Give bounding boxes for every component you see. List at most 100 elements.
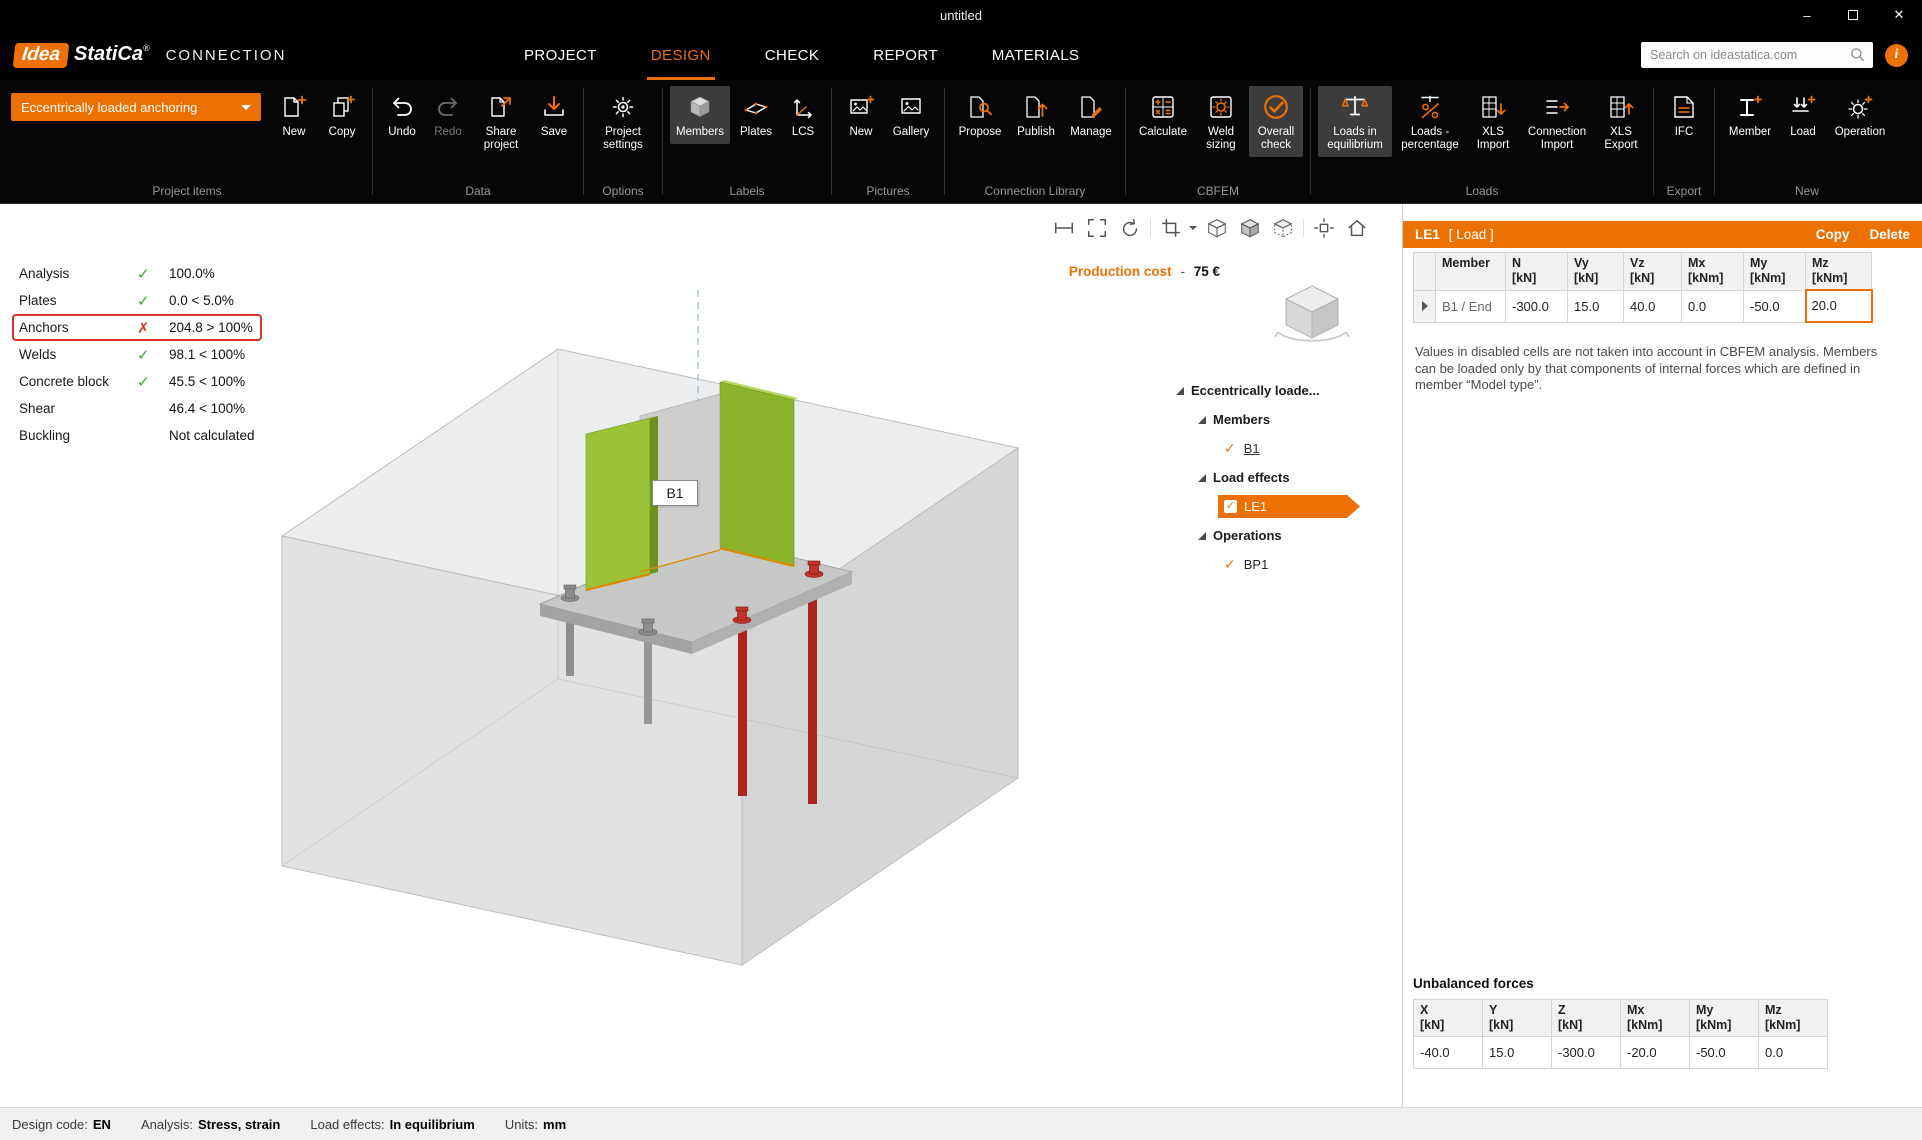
check-row-concrete-block[interactable]: Concrete block ✓ 45.5 < 100% xyxy=(12,368,262,395)
tree-expand-icon[interactable] xyxy=(1198,416,1206,424)
new-load-button[interactable]: Load xyxy=(1780,86,1826,144)
group-label-connection-library: Connection Library xyxy=(947,181,1123,203)
zoom-fit-icon[interactable] xyxy=(1084,216,1110,240)
check-row-plates[interactable]: Plates ✓ 0.0 < 5.0% xyxy=(12,287,262,314)
share-project-button[interactable]: Share project xyxy=(472,86,530,157)
transparent-cube-icon[interactable] xyxy=(1270,216,1296,240)
lines-arrow-icon xyxy=(1544,91,1570,123)
ribbon-separator xyxy=(831,88,832,195)
view-cube[interactable] xyxy=(1268,278,1356,361)
propose-button[interactable]: Propose xyxy=(952,86,1008,144)
unbalanced-my: -50.0 xyxy=(1690,1037,1759,1069)
viewport-3d[interactable]: B1 Analysis ✓ 100.0% Plates ✓ 0.0 < 5.0%… xyxy=(0,204,1402,1107)
check-row-anchors[interactable]: Anchors ✗ 204.8 > 100% xyxy=(12,314,262,341)
tree-item-bp1[interactable]: ✓ BP1 xyxy=(1176,550,1384,579)
explode-view-icon[interactable] xyxy=(1311,216,1337,240)
unbalanced-mx: -20.0 xyxy=(1621,1037,1690,1069)
col-mx: Mx[kNm] xyxy=(1682,253,1744,291)
chevron-down-icon xyxy=(241,105,251,110)
redo-button[interactable]: Redo xyxy=(426,86,470,144)
copy-item-button[interactable]: Copy xyxy=(319,86,365,144)
row-expander[interactable] xyxy=(1414,290,1436,322)
production-cost-value: 75 € xyxy=(1194,264,1220,279)
cell-n[interactable]: -300.0 xyxy=(1506,290,1568,322)
solid-cube-icon[interactable] xyxy=(1237,216,1263,240)
labels-members-toggle[interactable]: Members xyxy=(670,86,730,144)
loads-percentage-button[interactable]: Loads - percentage xyxy=(1394,86,1466,157)
cell-mz-selected[interactable]: 20.0 xyxy=(1806,290,1872,322)
connection-template-dropdown[interactable]: Eccentrically loaded anchoring xyxy=(11,93,261,121)
ribbon-separator xyxy=(1125,88,1126,195)
project-settings-button[interactable]: Project settings xyxy=(591,86,655,157)
search-input[interactable] xyxy=(1641,42,1873,68)
new-operation-button[interactable]: Operation xyxy=(1828,86,1892,144)
load-effects-value: In equilibrium xyxy=(390,1117,475,1132)
cell-vz[interactable]: 40.0 xyxy=(1624,290,1682,322)
new-member-button[interactable]: Member xyxy=(1722,86,1778,144)
tab-materials[interactable]: MATERIALS xyxy=(988,30,1084,80)
delete-load-button[interactable]: Delete xyxy=(1869,227,1910,242)
home-view-icon[interactable] xyxy=(1344,216,1370,240)
calculate-button[interactable]: Calculate xyxy=(1133,86,1193,144)
cell-my[interactable]: -50.0 xyxy=(1744,290,1806,322)
unbalanced-forces-table: X[kN] Y[kN] Z[kN] Mx[kNm] My[kNm] Mz[kNm… xyxy=(1413,999,1828,1069)
loads-in-equilibrium-toggle[interactable]: Loads in equilibrium xyxy=(1318,86,1392,157)
check-row-welds[interactable]: Welds ✓ 98.1 < 100% xyxy=(12,341,262,368)
copy-load-button[interactable]: Copy xyxy=(1816,227,1850,242)
ifc-export-button[interactable]: IFC xyxy=(1661,86,1707,144)
search-icon[interactable] xyxy=(1849,46,1867,67)
tab-project[interactable]: PROJECT xyxy=(520,30,601,80)
unbalanced-forces-section: Unbalanced forces X[kN] Y[kN] Z[kN] Mx[k… xyxy=(1413,976,1828,1069)
labels-lcs-toggle[interactable]: LCS xyxy=(782,86,824,144)
col-x: X[kN] xyxy=(1414,1000,1483,1037)
overall-check-button[interactable]: Overall check xyxy=(1249,86,1303,157)
xls-export-button[interactable]: XLS Export xyxy=(1596,86,1646,157)
cell-mx[interactable]: 0.0 xyxy=(1682,290,1744,322)
member-label[interactable]: B1 xyxy=(652,480,698,506)
xls-import-button[interactable]: XLS Import xyxy=(1468,86,1518,157)
selected-load-effect-flag[interactable]: ✓ LE1 xyxy=(1218,495,1360,518)
check-icon[interactable]: ✓ xyxy=(1224,440,1236,457)
wireframe-cube-icon[interactable] xyxy=(1204,216,1230,240)
tree-root-item[interactable]: Eccentrically loade... xyxy=(1176,376,1384,405)
col-z: Z[kN] xyxy=(1552,1000,1621,1037)
ribbon-separator xyxy=(372,88,373,195)
check-row-buckling[interactable]: Buckling Not calculated xyxy=(12,422,262,449)
new-item-button[interactable]: New xyxy=(271,86,317,144)
tab-design[interactable]: DESIGN xyxy=(647,30,715,80)
labels-plates-toggle[interactable]: Plates xyxy=(732,86,780,144)
tree-members-group[interactable]: Members xyxy=(1176,405,1384,434)
save-button[interactable]: Save xyxy=(532,86,576,144)
tab-check[interactable]: CHECK xyxy=(761,30,824,80)
tree-operations-group[interactable]: Operations xyxy=(1176,521,1384,550)
tree-expand-icon[interactable] xyxy=(1198,474,1206,482)
tree-load-effects-group[interactable]: Load effects xyxy=(1176,463,1384,492)
manage-button[interactable]: Manage xyxy=(1064,86,1118,144)
check-row-analysis[interactable]: Analysis ✓ 100.0% xyxy=(12,260,262,287)
tree-item-le1-selected[interactable]: ✓ LE1 xyxy=(1176,492,1384,521)
undo-icon xyxy=(389,91,415,123)
tree-expand-icon[interactable] xyxy=(1198,532,1206,540)
rotate-view-icon[interactable] xyxy=(1117,216,1143,240)
tree-expand-icon[interactable] xyxy=(1176,387,1184,395)
unbalanced-z: -300.0 xyxy=(1552,1037,1621,1069)
cube-icon xyxy=(687,91,713,123)
chevron-down-icon[interactable] xyxy=(1189,226,1197,230)
pass-check-icon: ✓ xyxy=(137,265,169,283)
check-icon[interactable]: ✓ xyxy=(1224,556,1236,573)
check-row-shear[interactable]: Shear 46.4 < 100% xyxy=(12,395,262,422)
checkbox-checked-icon[interactable]: ✓ xyxy=(1224,500,1237,513)
measure-icon[interactable] xyxy=(1051,216,1077,240)
weld-sizing-button[interactable]: Weld sizing xyxy=(1195,86,1247,157)
connection-import-button[interactable]: Connection Import xyxy=(1520,86,1594,157)
info-button[interactable]: i xyxy=(1885,44,1908,67)
new-picture-button[interactable]: New xyxy=(839,86,883,144)
publish-button[interactable]: Publish xyxy=(1010,86,1062,144)
col-n: N[kN] xyxy=(1506,253,1568,291)
section-cut-icon[interactable] xyxy=(1158,216,1184,240)
cell-vy[interactable]: 15.0 xyxy=(1568,290,1624,322)
undo-button[interactable]: Undo xyxy=(380,86,424,144)
tab-report[interactable]: REPORT xyxy=(869,30,942,80)
gallery-button[interactable]: Gallery xyxy=(885,86,937,144)
tree-item-b1[interactable]: ✓ B1 xyxy=(1176,434,1384,463)
